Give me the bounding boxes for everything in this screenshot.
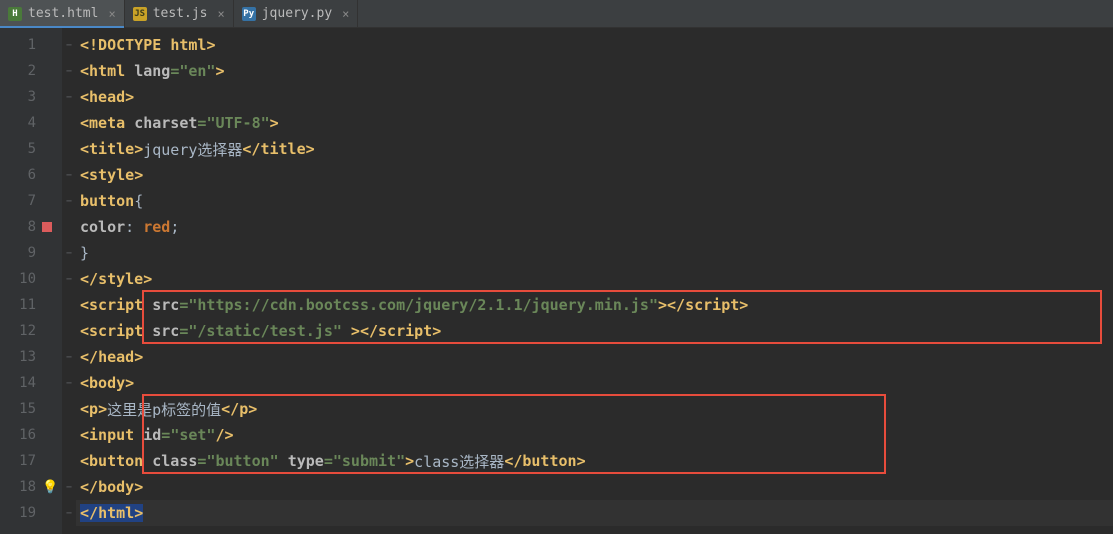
line-number: 7 (0, 193, 36, 209)
gutter-row[interactable]: 14 (0, 370, 62, 396)
gutter[interactable]: 123456789101112131415161718💡19 (0, 28, 62, 534)
line-number: 4 (0, 115, 36, 131)
code-line-7[interactable]: button{ (76, 188, 1113, 214)
code-line-10[interactable]: </style> (76, 266, 1113, 292)
gutter-row[interactable]: 6 (0, 162, 62, 188)
tab-label: jquery.py (262, 6, 332, 21)
fold-toggle-icon[interactable]: − (62, 32, 76, 58)
code-line-19[interactable]: </html> (76, 500, 1113, 526)
gutter-row[interactable]: 7 (0, 188, 62, 214)
js-file-icon: JS (133, 7, 147, 21)
code-line-12[interactable]: <script src="/static/test.js" ></script> (76, 318, 1113, 344)
line-number: 9 (0, 245, 36, 261)
fold-toggle-icon[interactable] (62, 110, 76, 136)
gutter-row[interactable]: 19 (0, 500, 62, 526)
close-icon[interactable]: × (342, 7, 349, 21)
fold-toggle-icon[interactable] (62, 292, 76, 318)
line-number: 2 (0, 63, 36, 79)
python-file-icon: Py (242, 7, 256, 21)
code-line-14[interactable]: <body> (76, 370, 1113, 396)
gutter-row[interactable]: 8 (0, 214, 62, 240)
tab-test-html[interactable]: H test.html × (0, 0, 125, 27)
tab-bar: H test.html × JS test.js × Py jquery.py … (0, 0, 1113, 28)
code-line-6[interactable]: <style> (76, 162, 1113, 188)
code-line-15[interactable]: <p>这里是p标签的值</p> (76, 396, 1113, 422)
line-number: 13 (0, 349, 36, 365)
close-icon[interactable]: × (217, 7, 224, 21)
fold-toggle-icon[interactable]: − (62, 266, 76, 292)
gutter-row[interactable]: 11 (0, 292, 62, 318)
code-area[interactable]: <!DOCTYPE html> <html lang="en"> <head> … (76, 28, 1113, 534)
line-number: 17 (0, 453, 36, 469)
code-line-1[interactable]: <!DOCTYPE html> (76, 32, 1113, 58)
editor: 123456789101112131415161718💡19 −−−−−−−−−… (0, 28, 1113, 534)
gutter-row[interactable]: 3 (0, 84, 62, 110)
code-line-16[interactable]: <input id="set"/> (76, 422, 1113, 448)
line-number: 16 (0, 427, 36, 443)
line-number: 18 (0, 479, 36, 495)
code-line-17[interactable]: <button class="button" type="submit">cla… (76, 448, 1113, 474)
line-number: 11 (0, 297, 36, 313)
gutter-row[interactable]: 5 (0, 136, 62, 162)
gutter-row[interactable]: 1 (0, 32, 62, 58)
fold-toggle-icon[interactable] (62, 396, 76, 422)
line-number: 19 (0, 505, 36, 521)
code-line-11[interactable]: <script src="https://cdn.bootcss.com/jqu… (76, 292, 1113, 318)
breakpoint-icon[interactable] (42, 222, 52, 232)
line-number: 8 (0, 219, 36, 235)
line-number: 6 (0, 167, 36, 183)
fold-toggle-icon[interactable]: − (62, 370, 76, 396)
line-number: 1 (0, 37, 36, 53)
lightbulb-icon[interactable]: 💡 (42, 480, 58, 495)
fold-toggle-icon[interactable] (62, 448, 76, 474)
line-number: 12 (0, 323, 36, 339)
fold-toggle-icon[interactable] (62, 136, 76, 162)
line-number: 14 (0, 375, 36, 391)
fold-toggle-icon[interactable] (62, 422, 76, 448)
gutter-row[interactable]: 12 (0, 318, 62, 344)
code-line-2[interactable]: <html lang="en"> (76, 58, 1113, 84)
code-line-13[interactable]: </head> (76, 344, 1113, 370)
fold-toggle-icon[interactable]: − (62, 474, 76, 500)
tab-test-js[interactable]: JS test.js × (125, 0, 234, 27)
fold-bar[interactable]: −−−−−−−−−−− (62, 28, 76, 534)
fold-toggle-icon[interactable]: − (62, 500, 76, 526)
line-number: 15 (0, 401, 36, 417)
line-number: 3 (0, 89, 36, 105)
gutter-row[interactable]: 15 (0, 396, 62, 422)
gutter-row[interactable]: 10 (0, 266, 62, 292)
gutter-row[interactable]: 9 (0, 240, 62, 266)
code-line-4[interactable]: <meta charset="UTF-8"> (76, 110, 1113, 136)
tab-label: test.html (28, 6, 98, 21)
fold-toggle-icon[interactable]: − (62, 84, 76, 110)
code-line-3[interactable]: <head> (76, 84, 1113, 110)
tab-jquery-py[interactable]: Py jquery.py × (234, 0, 359, 27)
code-line-8[interactable]: color: red; (76, 214, 1113, 240)
fold-toggle-icon[interactable]: − (62, 162, 76, 188)
code-line-9[interactable]: } (76, 240, 1113, 266)
gutter-row[interactable]: 4 (0, 110, 62, 136)
gutter-row[interactable]: 13 (0, 344, 62, 370)
html-file-icon: H (8, 7, 22, 21)
fold-toggle-icon[interactable] (62, 214, 76, 240)
fold-toggle-icon[interactable]: − (62, 58, 76, 84)
line-number: 5 (0, 141, 36, 157)
gutter-row[interactable]: 2 (0, 58, 62, 84)
fold-toggle-icon[interactable]: − (62, 188, 76, 214)
gutter-row[interactable]: 16 (0, 422, 62, 448)
fold-toggle-icon[interactable]: − (62, 344, 76, 370)
fold-toggle-icon[interactable] (62, 318, 76, 344)
gutter-row[interactable]: 17 (0, 448, 62, 474)
close-icon[interactable]: × (108, 7, 115, 21)
tab-label: test.js (153, 6, 208, 21)
code-line-18[interactable]: </body> (76, 474, 1113, 500)
line-number: 10 (0, 271, 36, 287)
fold-toggle-icon[interactable]: − (62, 240, 76, 266)
gutter-row[interactable]: 18 💡 (0, 474, 62, 500)
code-line-5[interactable]: <title>jquery选择器</title> (76, 136, 1113, 162)
